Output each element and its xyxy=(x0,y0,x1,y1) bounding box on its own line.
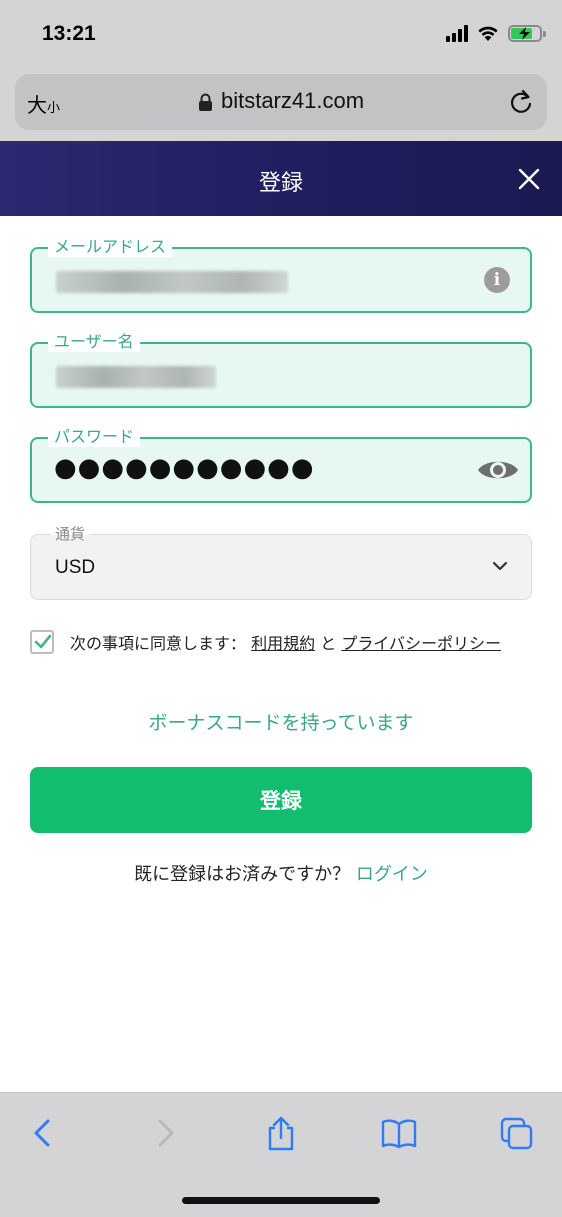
signal-icon xyxy=(446,24,468,42)
chevron-down-icon xyxy=(492,561,508,571)
forward-icon[interactable] xyxy=(148,1115,182,1151)
home-indicator xyxy=(182,1197,380,1204)
status-icons xyxy=(446,24,546,42)
email-value-redacted xyxy=(56,271,288,293)
url-display[interactable]: bitstarz41.com xyxy=(15,88,547,114)
privacy-policy-link[interactable]: プライバシーポリシー xyxy=(341,634,501,653)
currency-select[interactable]: 通貨 USD xyxy=(30,525,532,600)
login-row: 既に登録はお済みですか？ ログイン xyxy=(0,860,562,886)
username-field[interactable]: ユーザー名 xyxy=(30,332,532,408)
modal-header: 登録 xyxy=(0,141,562,216)
info-icon[interactable]: i xyxy=(484,267,510,293)
username-label: ユーザー名 xyxy=(48,332,140,352)
password-field[interactable]: パスワード ●●●●●●●●●●● xyxy=(30,427,532,503)
eye-icon[interactable] xyxy=(476,455,520,485)
email-label: メールアドレス xyxy=(48,237,173,257)
lock-icon xyxy=(198,93,212,111)
terms-prefix: 次の事項に同意します： xyxy=(70,634,247,653)
username-value-redacted xyxy=(56,366,216,388)
browser-address-bar: 大小 bitstarz41.com xyxy=(0,68,562,141)
password-label: パスワード xyxy=(48,427,141,447)
bonus-code-link[interactable]: ボーナスコードを持っています xyxy=(0,708,562,735)
battery-charging-icon xyxy=(508,24,546,42)
wifi-icon xyxy=(478,26,498,41)
login-link[interactable]: ログイン xyxy=(356,864,428,885)
address-field[interactable]: 大小 bitstarz41.com xyxy=(15,74,547,130)
reload-icon[interactable] xyxy=(507,88,535,116)
terms-of-service-link[interactable]: 利用規約 xyxy=(251,634,315,653)
register-button[interactable]: 登録 xyxy=(30,767,532,833)
share-icon[interactable] xyxy=(264,1115,298,1151)
check-icon xyxy=(34,634,52,649)
url-text: bitstarz41.com xyxy=(220,88,365,113)
close-icon[interactable] xyxy=(516,166,542,192)
terms-conjunction: と xyxy=(320,634,337,653)
status-time: 13:21 xyxy=(42,22,96,45)
modal-title: 登録 xyxy=(258,171,303,196)
email-field[interactable]: メールアドレス i xyxy=(30,237,532,313)
bookmarks-icon[interactable] xyxy=(380,1115,418,1151)
back-icon[interactable] xyxy=(26,1115,60,1151)
terms-checkbox[interactable] xyxy=(30,630,54,654)
terms-text: 次の事項に同意します： 利用規約 と プライバシーポリシー xyxy=(70,630,540,658)
login-prompt: 既に登録はお済みですか？ xyxy=(134,864,351,885)
status-bar: 13:21 xyxy=(0,0,562,68)
tabs-icon[interactable] xyxy=(498,1115,536,1151)
terms-row: 次の事項に同意します： 利用規約 と プライバシーポリシー xyxy=(30,628,540,688)
password-value: ●●●●●●●●●●● xyxy=(54,453,315,483)
currency-value: USD xyxy=(55,557,96,578)
currency-label: 通貨 xyxy=(51,525,90,543)
